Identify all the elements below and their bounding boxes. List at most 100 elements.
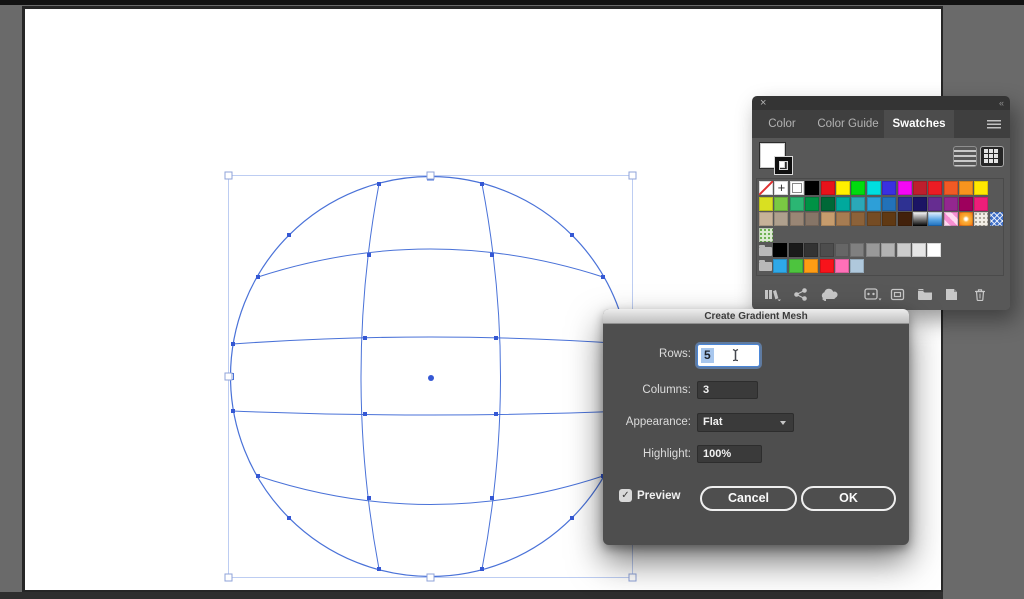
swatch[interactable] — [913, 181, 927, 195]
new-color-group-icon[interactable] — [917, 288, 933, 301]
swatch[interactable] — [944, 197, 958, 211]
swatch[interactable] — [804, 259, 818, 273]
grid-view-icon[interactable] — [980, 146, 1004, 167]
swatch[interactable] — [835, 243, 849, 257]
swatch-kinds-icon[interactable] — [794, 288, 807, 301]
color-group-folder-icon[interactable] — [759, 247, 772, 256]
swatch[interactable] — [821, 212, 835, 226]
swatch[interactable] — [898, 197, 912, 211]
swatch[interactable] — [759, 181, 773, 195]
appearance-value: Flat — [703, 416, 723, 428]
tab-color[interactable]: Color — [754, 110, 810, 138]
swatch[interactable] — [881, 243, 895, 257]
swatch-libraries-icon[interactable] — [764, 288, 781, 301]
new-swatch-icon[interactable] — [945, 288, 958, 301]
swatch[interactable] — [759, 228, 773, 242]
swatch[interactable] — [820, 243, 834, 257]
swatch[interactable] — [974, 197, 988, 211]
swatch[interactable] — [804, 243, 818, 257]
swatch[interactable] — [789, 243, 803, 257]
swatch[interactable] — [913, 212, 927, 226]
swatch[interactable] — [836, 197, 850, 211]
swatch[interactable] — [959, 181, 973, 195]
swatch[interactable] — [850, 243, 864, 257]
dialog-title-bar[interactable]: Create Gradient Mesh — [603, 309, 909, 324]
swatch[interactable] — [759, 197, 773, 211]
swatch[interactable] — [867, 197, 881, 211]
swatch[interactable] — [790, 181, 804, 195]
swatch-detail-icon[interactable] — [890, 288, 905, 301]
ok-button[interactable]: OK — [801, 486, 896, 511]
swatch[interactable] — [835, 259, 849, 273]
swatch[interactable] — [851, 212, 865, 226]
swatch[interactable] — [959, 197, 973, 211]
list-view-icon[interactable] — [953, 146, 977, 167]
swatch[interactable] — [913, 197, 927, 211]
swatch[interactable] — [928, 212, 942, 226]
swatch-row — [759, 197, 1003, 213]
swatch[interactable] — [866, 243, 880, 257]
swatch[interactable] — [898, 181, 912, 195]
tab-swatches[interactable]: Swatches — [884, 110, 954, 138]
swatch[interactable] — [882, 212, 896, 226]
swatch[interactable] — [820, 259, 834, 273]
swatch[interactable] — [882, 197, 896, 211]
swatch[interactable] — [790, 197, 804, 211]
swatch[interactable] — [867, 212, 881, 226]
swatch[interactable] — [974, 181, 988, 195]
swatch[interactable] — [882, 181, 896, 195]
swatch[interactable] — [944, 212, 958, 226]
columns-label: Columns: — [603, 384, 691, 396]
swatch-options-icon[interactable] — [864, 288, 882, 301]
swatch[interactable] — [759, 212, 773, 226]
stroke-proxy-swatch[interactable] — [775, 157, 792, 174]
swatch[interactable] — [805, 181, 819, 195]
panel-drag-bar[interactable]: × « — [752, 96, 1010, 110]
swatch[interactable] — [789, 259, 803, 273]
swatches-panel-body — [752, 138, 1010, 310]
swatch[interactable] — [790, 212, 804, 226]
swatch[interactable] — [821, 197, 835, 211]
swatch[interactable] — [836, 212, 850, 226]
swatch[interactable] — [851, 181, 865, 195]
collapse-panel-icon[interactable]: « — [999, 97, 1003, 110]
tab-color-guide[interactable]: Color Guide — [812, 110, 884, 138]
swatch[interactable] — [850, 259, 864, 273]
rows-value: 5 — [701, 348, 714, 363]
swatch[interactable] — [928, 181, 942, 195]
highlight-input[interactable]: 100% — [697, 445, 762, 463]
swatch[interactable] — [805, 197, 819, 211]
rows-input[interactable]: 5 — [697, 344, 760, 367]
swatch[interactable] — [805, 212, 819, 226]
swatch[interactable] — [944, 181, 958, 195]
swatch-row — [759, 228, 1003, 244]
swatch[interactable] — [974, 212, 988, 226]
swatch[interactable] — [774, 197, 788, 211]
panel-menu-icon[interactable] — [987, 120, 1001, 129]
preview-checkbox[interactable]: ✓ — [619, 489, 632, 502]
swatch[interactable] — [990, 212, 1004, 226]
preview-label: Preview — [637, 490, 680, 502]
columns-input[interactable]: 3 — [697, 381, 758, 399]
color-group-folder-icon[interactable] — [759, 262, 772, 271]
cancel-button[interactable]: Cancel — [700, 486, 797, 511]
add-to-library-icon[interactable] — [820, 288, 840, 301]
swatch[interactable] — [927, 243, 941, 257]
swatch[interactable] — [773, 259, 787, 273]
swatches-toolbar — [758, 288, 1004, 304]
swatch[interactable] — [959, 212, 973, 226]
swatch[interactable] — [898, 212, 912, 226]
swatch[interactable] — [773, 243, 787, 257]
swatch[interactable] — [912, 243, 926, 257]
swatch[interactable] — [928, 197, 942, 211]
swatch[interactable] — [836, 181, 850, 195]
delete-swatch-icon[interactable] — [974, 288, 986, 301]
appearance-dropdown[interactable]: Flat — [697, 413, 794, 432]
panel-close-icon[interactable]: × — [760, 96, 766, 110]
swatch[interactable] — [774, 181, 788, 195]
swatch[interactable] — [867, 181, 881, 195]
swatch[interactable] — [897, 243, 911, 257]
swatch[interactable] — [851, 197, 865, 211]
swatch[interactable] — [821, 181, 835, 195]
swatch[interactable] — [774, 212, 788, 226]
